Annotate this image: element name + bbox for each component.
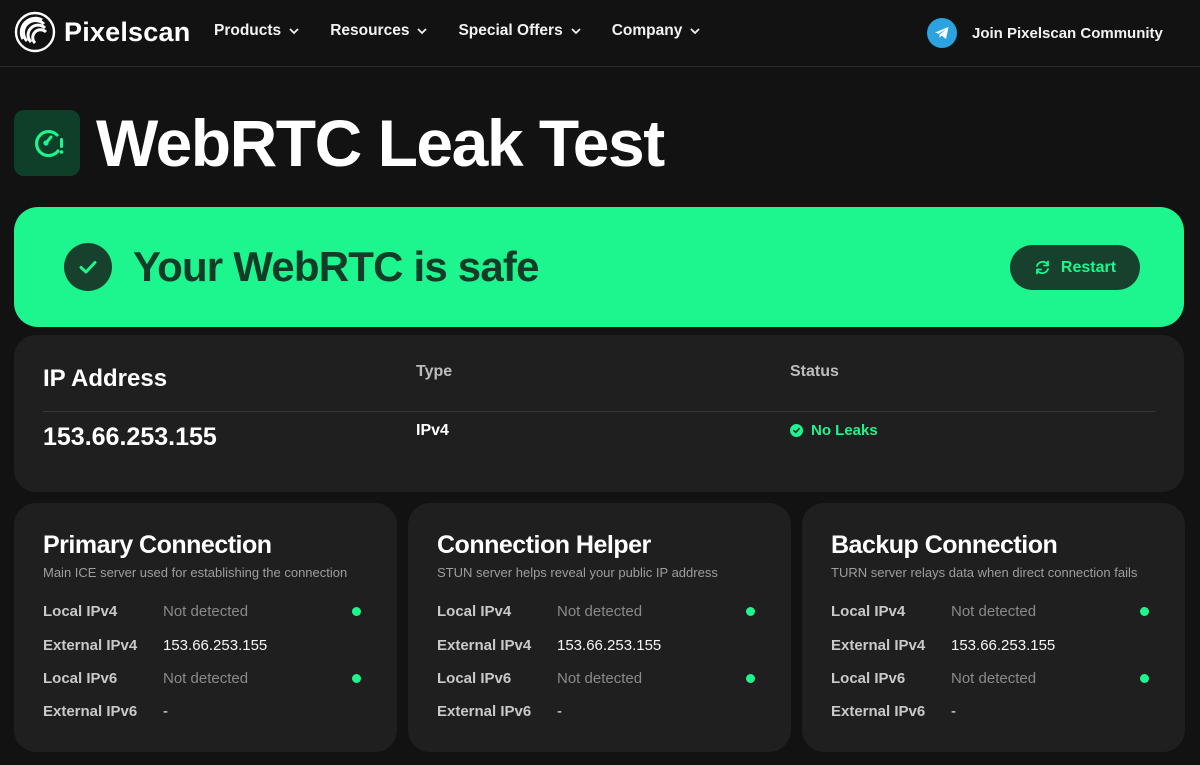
main-menu: Products Resources Special Offers Compan… (214, 22, 731, 40)
brand-name: Pixelscan (64, 16, 191, 47)
page-header: WebRTC Leak Test (14, 106, 665, 180)
row-external-ipv4: External IPv4 153.66.253.155 (831, 637, 1161, 657)
card-subtitle: TURN server relays data when direct conn… (831, 565, 1138, 580)
row-label: Local IPv6 (831, 670, 906, 687)
menu-item-label: Company (611, 22, 683, 39)
status-dot (352, 607, 361, 616)
row-external-ipv4: External IPv4 153.66.253.155 (437, 637, 767, 657)
join-community-link[interactable]: Join Pixelscan Community (927, 18, 1163, 48)
row-value: 153.66.253.155 (163, 637, 268, 654)
menu-item-products[interactable]: Products (214, 22, 299, 40)
row-local-ipv4: Local IPv4 Not detected (831, 603, 1161, 623)
row-label: External IPv6 (43, 703, 138, 720)
row-local-ipv6: Local IPv6 Not detected (437, 670, 767, 690)
row-value: - (163, 703, 168, 720)
menu-item-label: Resources (330, 22, 410, 39)
chevron-down-icon (289, 28, 299, 35)
ip-address-card: IP Address Type Status 153.66.253.155 IP… (14, 335, 1184, 492)
restart-label: Restart (1060, 258, 1117, 276)
connection-helper-card: Connection Helper STUN server helps reve… (408, 503, 791, 752)
result-message: Your WebRTC is safe (133, 243, 539, 290)
status-label: No Leaks (811, 422, 878, 439)
card-subtitle: STUN server helps reveal your public IP … (437, 565, 718, 580)
community-label: Join Pixelscan Community (972, 24, 1163, 42)
row-external-ipv4: External IPv4 153.66.253.155 (43, 637, 373, 657)
row-value: - (951, 703, 956, 720)
status-dot (1140, 674, 1149, 683)
row-label: External IPv4 (43, 637, 138, 654)
row-label: Local IPv4 (437, 603, 512, 620)
type-header: Type (416, 363, 453, 380)
menu-item-label: Special Offers (458, 22, 563, 39)
top-navigation: Pixelscan Products Resources Special Off… (0, 0, 1200, 67)
result-banner: Your WebRTC is safe Restart (14, 207, 1184, 327)
telegram-icon (927, 18, 957, 48)
primary-connection-card: Primary Connection Main ICE server used … (14, 503, 397, 752)
row-local-ipv6: Local IPv6 Not detected (831, 670, 1161, 690)
backup-connection-card: Backup Connection TURN server relays dat… (802, 503, 1185, 752)
restart-button[interactable]: Restart (1010, 245, 1140, 290)
brand-logo[interactable]: Pixelscan (14, 11, 190, 53)
row-label: External IPv4 (831, 637, 926, 654)
chevron-down-icon (571, 28, 581, 35)
row-label: External IPv6 (437, 703, 532, 720)
refresh-icon (1036, 260, 1049, 275)
pixelscan-logo-icon (14, 11, 56, 53)
row-local-ipv4: Local IPv4 Not detected (43, 603, 373, 623)
menu-item-label: Products (214, 22, 282, 39)
card-title: Connection Helper (437, 531, 651, 559)
status-dot (352, 674, 361, 683)
status-dot (1140, 607, 1149, 616)
divider (43, 411, 1156, 412)
menu-item-special-offers[interactable]: Special Offers (458, 22, 581, 40)
row-value: - (557, 703, 562, 720)
status-badge: No Leaks (790, 422, 878, 439)
menu-item-resources[interactable]: Resources (330, 22, 428, 40)
status-dot (746, 674, 755, 683)
row-value: Not detected (951, 670, 1037, 687)
row-label: External IPv4 (437, 637, 532, 654)
row-value: Not detected (951, 603, 1037, 620)
check-icon (790, 424, 803, 437)
ip-address-value: 153.66.253.155 (43, 423, 217, 451)
ip-address-header: IP Address (43, 365, 168, 392)
menu-item-company[interactable]: Company (612, 22, 701, 40)
row-local-ipv4: Local IPv4 Not detected (437, 603, 767, 623)
row-value: Not detected (163, 670, 249, 687)
page-title: WebRTC Leak Test (96, 106, 665, 180)
card-subtitle: Main ICE server used for establishing th… (43, 565, 348, 580)
leak-test-icon (14, 110, 80, 176)
check-circle-icon (64, 243, 112, 291)
card-title: Backup Connection (831, 531, 1058, 559)
row-value: Not detected (557, 603, 643, 620)
status-dot (746, 607, 755, 616)
ip-type-value: IPv4 (416, 422, 449, 439)
row-label: Local IPv6 (43, 670, 118, 687)
row-label: External IPv6 (831, 703, 926, 720)
row-label: Local IPv4 (43, 603, 118, 620)
row-value: Not detected (557, 670, 643, 687)
row-value: 153.66.253.155 (557, 637, 662, 654)
row-label: Local IPv4 (831, 603, 906, 620)
row-external-ipv6: External IPv6 - (437, 703, 767, 723)
chevron-down-icon (417, 28, 428, 35)
status-header: Status (790, 363, 839, 380)
row-external-ipv6: External IPv6 - (831, 703, 1161, 723)
chevron-down-icon (690, 28, 700, 35)
row-value: Not detected (163, 603, 249, 620)
row-label: Local IPv6 (437, 670, 512, 687)
row-external-ipv6: External IPv6 - (43, 703, 373, 723)
row-local-ipv6: Local IPv6 Not detected (43, 670, 373, 690)
row-value: 153.66.253.155 (951, 637, 1056, 654)
card-title: Primary Connection (43, 531, 272, 559)
